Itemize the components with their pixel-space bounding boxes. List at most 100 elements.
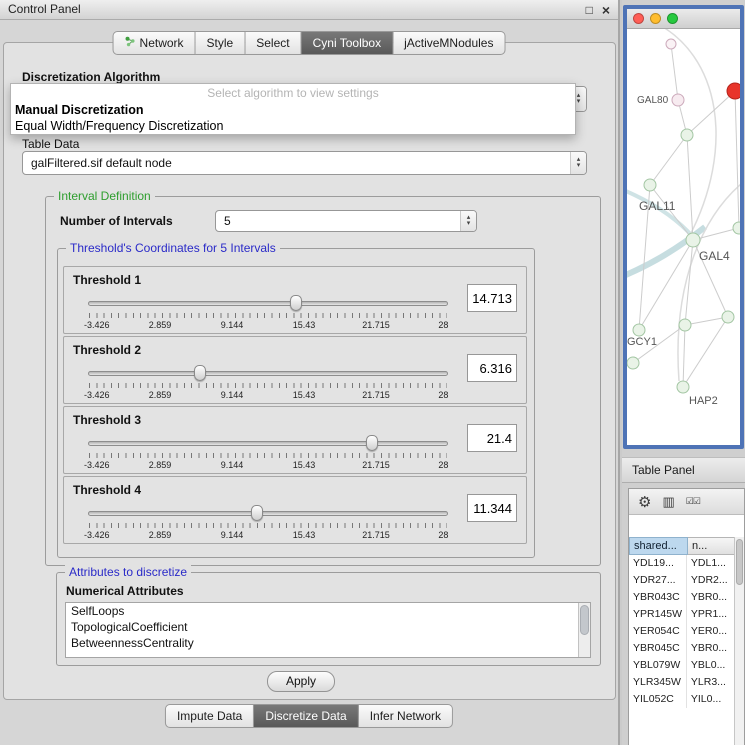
threshold-4-panel: Threshold 4 -3.4262.8599.14415.4321.7152… xyxy=(63,476,527,544)
table-data-value: galFiltered.sif default node xyxy=(23,156,570,170)
table-row[interactable]: YER054CYER0... xyxy=(629,623,734,640)
network-node[interactable] xyxy=(627,357,639,369)
list-scrollbar[interactable] xyxy=(578,603,590,657)
list-scrollbar-thumb[interactable] xyxy=(580,605,589,635)
tab-style[interactable]: Style xyxy=(196,31,246,55)
slider-tick-label: 15.43 xyxy=(293,460,316,470)
attribute-list-item[interactable]: BetweennessCentrality xyxy=(66,635,590,651)
table-panel-header[interactable]: Table Panel xyxy=(622,457,745,483)
window-controls: □ × xyxy=(586,0,610,20)
threshold-1-value-field[interactable]: 14.713 xyxy=(467,284,517,312)
table-row[interactable]: YDL19...YDL1... xyxy=(629,555,734,572)
apply-button[interactable]: Apply xyxy=(267,671,335,692)
restore-icon[interactable]: □ xyxy=(586,0,593,20)
numerical-attributes-label: Numerical Attributes xyxy=(66,584,184,598)
table-row[interactable]: YBR045CYBR0... xyxy=(629,640,734,657)
network-node[interactable] xyxy=(633,324,645,336)
network-node[interactable] xyxy=(681,129,693,141)
table-cell: YPR1... xyxy=(687,606,734,623)
threshold-3-label: Threshold 3 xyxy=(73,413,141,427)
table-row[interactable]: YLR345WYLR3... xyxy=(629,674,734,691)
slider-thumb[interactable] xyxy=(366,435,378,451)
network-edge xyxy=(650,135,687,185)
slider-track[interactable] xyxy=(88,301,448,306)
table-row[interactable]: YDR27...YDR2... xyxy=(629,572,734,589)
network-edge xyxy=(685,317,728,325)
slider-tick-label: 15.43 xyxy=(293,390,316,400)
zoom-traffic-light-icon[interactable] xyxy=(667,13,678,24)
threshold-3-slider[interactable]: -3.4262.8599.14415.4321.71528 xyxy=(88,434,448,472)
table-scrollbar[interactable] xyxy=(734,537,744,745)
close-icon[interactable]: × xyxy=(602,0,610,20)
table-row[interactable]: YIL052CYIL0... xyxy=(629,691,734,708)
selected-node[interactable] xyxy=(727,83,740,99)
network-node[interactable] xyxy=(677,381,689,393)
algorithm-option[interactable]: Equal Width/Frequency Discretization xyxy=(11,118,575,134)
node-gal4[interactable] xyxy=(686,233,700,247)
table-row[interactable]: YBR043CYBR0... xyxy=(629,589,734,606)
attribute-list-item[interactable]: SelfLoops xyxy=(66,603,590,619)
select-columns-icon[interactable]: ☑☑ xyxy=(686,496,700,507)
threshold-1-slider[interactable]: -3.4262.8599.14415.4321.71528 xyxy=(88,294,448,332)
network-node[interactable] xyxy=(722,311,734,323)
threshold-4-value-field[interactable]: 11.344 xyxy=(467,494,517,522)
table-row[interactable]: YPR145WYPR1... xyxy=(629,606,734,623)
threshold-1-label: Threshold 1 xyxy=(73,273,141,287)
network-edge xyxy=(683,325,685,387)
algorithm-dropdown-placeholder[interactable]: Select algorithm to view settings xyxy=(11,84,575,102)
network-node[interactable] xyxy=(679,319,691,331)
top-tabbar: NetworkStyleSelectCyni ToolboxjActiveMNo… xyxy=(113,31,506,55)
table-cell: YBR045C xyxy=(629,640,687,657)
close-traffic-light-icon[interactable] xyxy=(633,13,644,24)
table-data-combobox[interactable]: galFiltered.sif default node ▴ ▾ xyxy=(22,151,587,175)
threshold-4-slider[interactable]: -3.4262.8599.14415.4321.71528 xyxy=(88,504,448,542)
slider-tick-label: 15.43 xyxy=(293,530,316,540)
table-panel-window: ⚙ ▥ ☑☑ shared... n... YDL19...YDL1...YDR… xyxy=(628,488,745,745)
gear-icon[interactable]: ⚙ xyxy=(638,493,651,511)
slider-ticks xyxy=(89,453,447,458)
slider-track[interactable] xyxy=(88,371,448,376)
slider-ticks xyxy=(89,313,447,318)
slider-tick-label: 2.859 xyxy=(149,390,172,400)
network-edge-curve xyxy=(678,179,740,381)
columns-icon[interactable]: ▥ xyxy=(662,494,674,510)
attribute-list-item[interactable]: TopologicalCoefficient xyxy=(66,619,590,635)
slider-track[interactable] xyxy=(88,511,448,516)
slider-ticks xyxy=(89,383,447,388)
network-node-label: GAL4 xyxy=(699,249,730,263)
network-node[interactable] xyxy=(672,94,684,106)
slider-tick-label: 2.859 xyxy=(149,530,172,540)
slider-track[interactable] xyxy=(88,441,448,446)
tab-cyni-toolbox[interactable]: Cyni Toolbox xyxy=(302,31,393,55)
slider-thumb[interactable] xyxy=(194,365,206,381)
network-window[interactable]: GAL80GAL11GAL4GCY1HAP2 xyxy=(623,5,744,449)
slider-thumb[interactable] xyxy=(251,505,263,521)
tab-jactivemnodules[interactable]: jActiveMNodules xyxy=(393,31,505,55)
threshold-2-value-field[interactable]: 6.316 xyxy=(467,354,517,382)
slider-thumb[interactable] xyxy=(290,295,302,311)
table-cell: YLR3... xyxy=(687,674,734,691)
table-row[interactable]: YBL079WYBL0... xyxy=(629,657,734,674)
column-header-name[interactable]: n... xyxy=(688,537,736,555)
column-header-shared-name[interactable]: shared... xyxy=(629,537,688,555)
tab-infer-network[interactable]: Infer Network xyxy=(359,704,453,728)
tab-discretize-data[interactable]: Discretize Data xyxy=(254,704,358,728)
table-scrollbar-thumb[interactable] xyxy=(736,539,743,585)
control-panel-title: Control Panel xyxy=(8,2,81,16)
number-of-intervals-combobox[interactable]: 5 ▴ ▾ xyxy=(215,210,477,232)
thresholds-group-title: Threshold's Coordinates for 5 Intervals xyxy=(66,241,280,255)
network-node[interactable] xyxy=(666,39,676,49)
network-node[interactable] xyxy=(733,222,740,234)
threshold-1-panel: Threshold 1 -3.4262.8599.14415.4321.7152… xyxy=(63,266,527,334)
network-node[interactable] xyxy=(644,179,656,191)
slider-tick-label: 28 xyxy=(438,320,448,330)
tab-impute-data[interactable]: Impute Data xyxy=(165,704,254,728)
threshold-2-slider[interactable]: -3.4262.8599.14415.4321.71528 xyxy=(88,364,448,402)
network-canvas[interactable]: GAL80GAL11GAL4GCY1HAP2 xyxy=(627,29,740,445)
minimize-traffic-light-icon[interactable] xyxy=(650,13,661,24)
tab-select[interactable]: Select xyxy=(245,31,301,55)
threshold-3-value-field[interactable]: 21.4 xyxy=(467,424,517,452)
algorithm-option[interactable]: Manual Discretization xyxy=(11,102,575,118)
slider-tick-labels: -3.4262.8599.14415.4321.71528 xyxy=(88,320,448,332)
tab-network[interactable]: Network xyxy=(113,31,196,55)
